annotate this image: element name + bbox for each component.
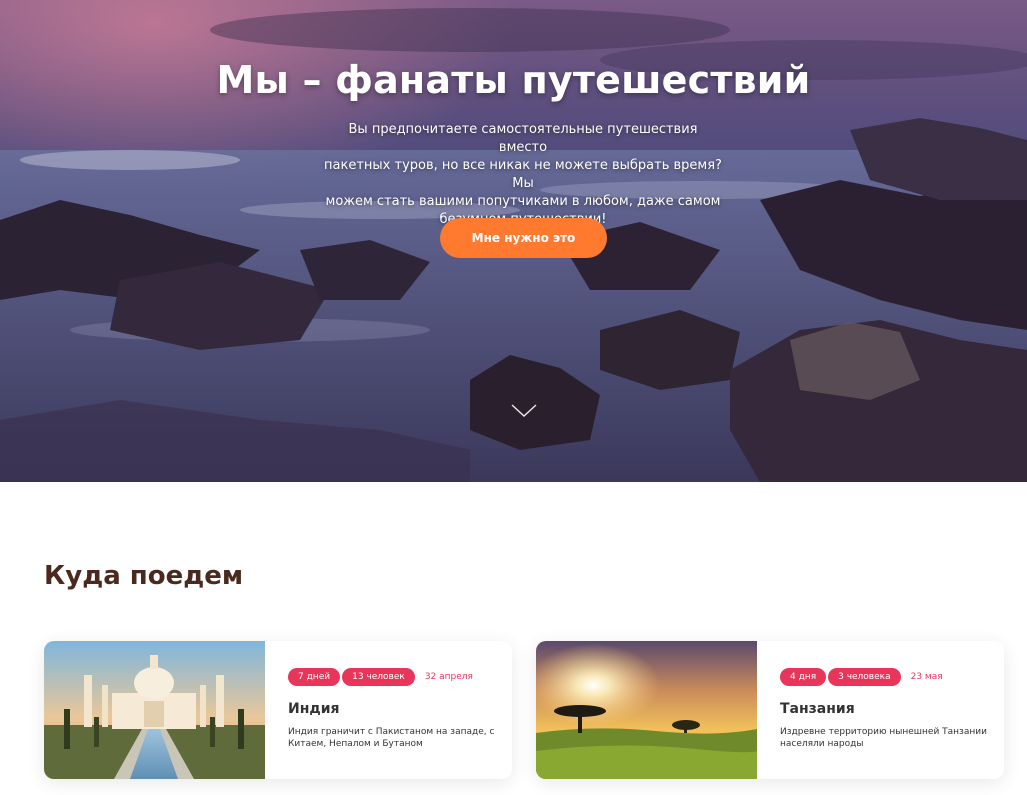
card-tags: 7 дней 13 человек 32 апреля — [288, 668, 498, 686]
hero-title: Мы – фанаты путешествий — [216, 58, 811, 102]
card-tags: 4 дня 3 человека 23 мая — [780, 668, 990, 686]
destination-card-tanzania[interactable]: 4 дня 3 человека 23 мая Танзания Издревн… — [536, 641, 1004, 779]
date-label: 23 мая — [910, 672, 943, 682]
section-title: Куда поедем — [44, 561, 244, 591]
hero-subtitle-line: можем стать вашими попутчиками в любом, … — [325, 194, 721, 209]
hero-subtitle-line: пакетных туров, но все никак не можете в… — [324, 158, 722, 191]
hero-subtitle-line: Вы предпочитаете самостоятельные путешес… — [348, 122, 698, 155]
savanna-sunset-image — [536, 641, 757, 779]
duration-tag: 7 дней — [288, 668, 341, 686]
hero-section: Мы – фанаты путешествий Вы предпочитаете… — [0, 0, 1027, 482]
hero-subtitle: Вы предпочитаете самостоятельные путешес… — [323, 121, 723, 229]
card-body: 4 дня 3 человека 23 мая Танзания Издревн… — [780, 668, 990, 750]
duration-tag: 4 дня — [780, 668, 827, 686]
destination-card-india[interactable]: 7 дней 13 человек 32 апреля Индия Индия … — [44, 641, 512, 779]
people-tag: 3 человека — [828, 668, 901, 686]
taj-mahal-image — [44, 641, 265, 779]
destination-name: Танзания — [780, 701, 855, 717]
chevron-down-icon[interactable] — [511, 404, 537, 418]
destination-description: Индия граничит с Пакистаном на западе, с… — [288, 727, 495, 749]
destination-description: Издревне территорию нынешней Танзании на… — [780, 727, 987, 749]
card-body: 7 дней 13 человек 32 апреля Индия Индия … — [288, 668, 498, 750]
cta-button[interactable]: Мне нужно это — [440, 218, 607, 258]
people-tag: 13 человек — [342, 668, 415, 686]
date-label: 32 апреля — [424, 672, 473, 682]
destination-name: Индия — [288, 701, 340, 717]
